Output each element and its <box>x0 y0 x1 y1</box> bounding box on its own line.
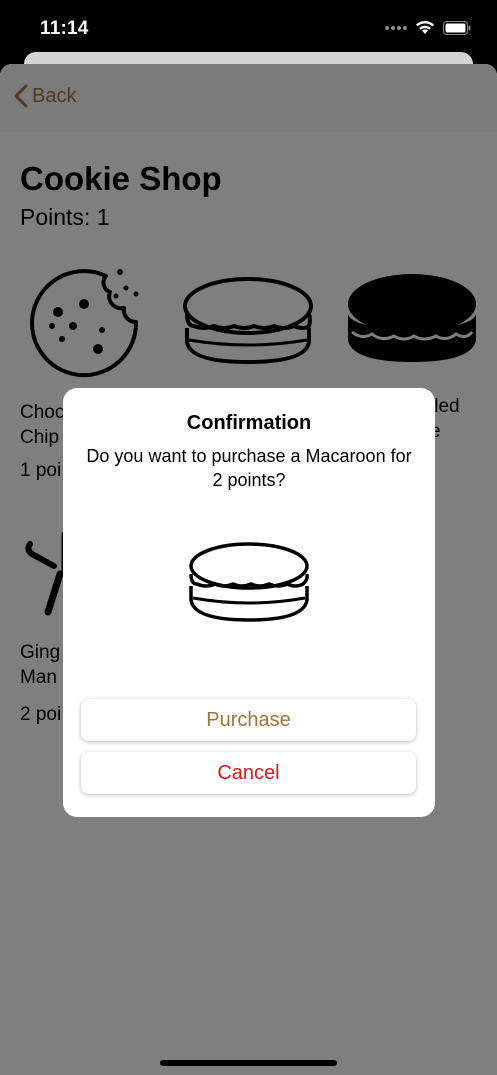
dialog-message: Do you want to purchase a Macaroon for 2… <box>86 446 412 490</box>
battery-icon <box>443 20 471 35</box>
status-time: 11:14 <box>40 18 89 39</box>
confirmation-dialog: Confirmation Do you want to purchase a M… <box>63 388 435 817</box>
macaroon-icon <box>189 542 309 622</box>
signal-dots-icon <box>385 25 407 30</box>
status-icons <box>385 20 471 35</box>
dialog-title: Confirmation <box>186 412 312 434</box>
home-indicator[interactable] <box>160 1060 337 1066</box>
purchase-button[interactable]: Purchase <box>81 699 416 741</box>
wifi-icon <box>416 20 434 34</box>
status-bar: 11:14 <box>0 0 497 60</box>
cancel-button[interactable]: Cancel <box>81 752 416 794</box>
